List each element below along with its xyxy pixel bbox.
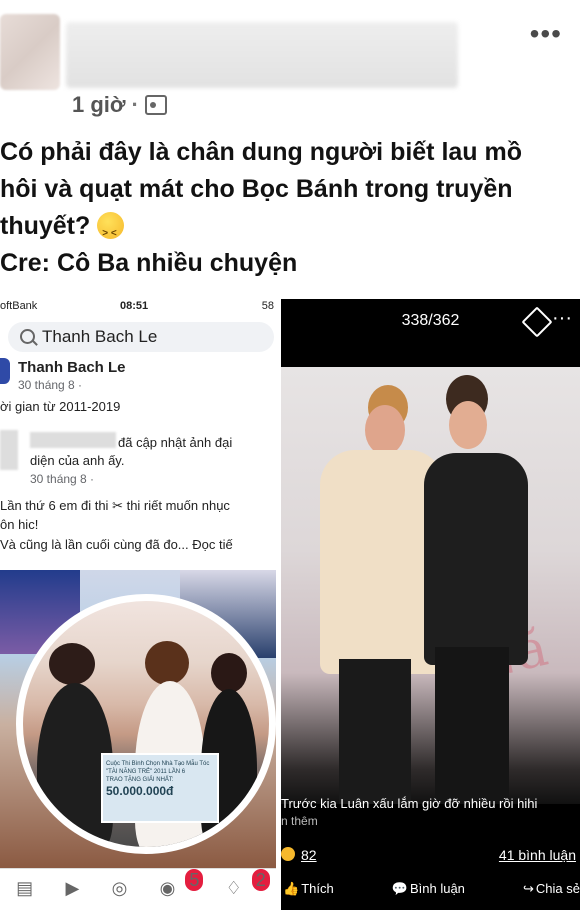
banner-amount: 50.000.000đ <box>106 784 174 798</box>
post-line-4: Cre: Cô Ba nhiều chuyện <box>0 249 298 277</box>
person-head-2 <box>145 641 189 685</box>
prize-banner: Cuộc Thi Bình Chọn Nhà Tạo Mẫu Tóc "TÀI … <box>101 753 219 823</box>
home-icon[interactable]: ▤ <box>16 878 33 899</box>
video-icon[interactable]: ▶ <box>65 878 79 899</box>
man-left-pants <box>339 659 411 804</box>
comment-count[interactable]: 41 bình luận <box>499 847 576 863</box>
share-label: Chia sẻ <box>535 881 580 896</box>
carrier-text: oftBank <box>0 300 38 312</box>
post-time[interactable]: 1 giờ <box>72 92 126 118</box>
post-actions: 👍 Thích 💬 Bình luận ↪ Chia sẻ <box>281 881 580 905</box>
period-text: ời gian từ 2011-2019 <box>0 399 121 414</box>
bottom-navigation: ▤ ▶ ◎ ◉ 5 ♢ 2 <box>0 868 276 907</box>
update-text-1: đã cập nhật ảnh đại <box>118 435 233 450</box>
update-text-2: diện của anh ấy. <box>30 453 125 468</box>
profile-name[interactable]: Thanh Bach Le <box>18 359 276 376</box>
update-name-blurred[interactable] <box>30 432 116 448</box>
profile-icon[interactable]: ◎ <box>112 878 128 899</box>
author-avatar-blurred[interactable] <box>0 14 60 90</box>
caption-line-3[interactable]: Và cũng là lần cuối cùng đã đo... Đọc ti… <box>0 537 276 552</box>
post-meta: 1 giờ · <box>72 92 167 118</box>
banner-line-2: "TÀI NĂNG TRẺ" 2011 LẦN 6 <box>106 769 186 775</box>
more-options-button[interactable]: ••• <box>530 20 562 48</box>
like-label: Thích <box>301 881 334 896</box>
comment-label: Bình luận <box>409 881 465 896</box>
profile-date: 30 tháng 8 · <box>18 378 83 392</box>
man-left-face <box>365 405 405 455</box>
banner-line-3: TRAO TẶNG GIẢI NHẤT: <box>106 777 174 783</box>
reaction-count[interactable]: 82 <box>301 847 317 863</box>
caption-line-2: ôn hic! <box>0 517 39 532</box>
scissors-icon: ✂ <box>112 498 123 513</box>
like-button[interactable]: 👍 Thích <box>281 881 334 905</box>
update-avatar-blurred[interactable] <box>0 430 18 470</box>
caption-line-1: Lần thứ 6 em đi thi ✂ thi riết muốn nhục <box>0 498 276 514</box>
laughing-emoji-icon <box>97 212 125 252</box>
caption-part-1: Lần thứ 6 em đi thi <box>0 498 109 513</box>
profile-photo-cover[interactable]: Cuộc Thi Bình Chọn Nhà Tạo Mẫu Tóc "TÀI … <box>0 570 276 868</box>
share-icon: ↪ <box>523 881 534 896</box>
left-screenshot[interactable]: oftBank 08:51 58 Thanh Bach Le Thanh Bac… <box>0 298 276 910</box>
comment-icon: 💬 <box>391 881 408 896</box>
friends-icon[interactable]: ◉ 5 <box>160 868 204 899</box>
meta-separator: · <box>131 92 139 117</box>
update-date: 30 tháng 8 · <box>30 472 95 486</box>
post-line-1: Có phải đây là chân dung người biết lau … <box>0 138 523 166</box>
friends-badge: 5 <box>185 868 204 891</box>
album-icon <box>144 95 167 115</box>
like-icon: 👍 <box>283 881 300 896</box>
status-bar: oftBank 08:51 58 <box>0 298 276 316</box>
right-screenshot[interactable]: 338/362 ··· Tài Nă Trước kia Luân xấu lắ… <box>281 299 580 910</box>
notifications-badge: 2 <box>251 868 270 891</box>
post-line-2: hôi và quạt mát cho Bọc Bánh trong truyề… <box>0 175 513 203</box>
see-more-link[interactable]: n thêm <box>281 814 318 828</box>
stage-photo[interactable]: Tài Nă <box>281 367 580 804</box>
battery-text: 58 <box>261 300 274 312</box>
notification-bell-icon[interactable]: ♢ 2 <box>226 868 270 899</box>
photo-caption: Trước kia Luân xấu lắm giờ đỡ nhiều rồi … <box>281 796 538 811</box>
comment-button[interactable]: 💬 Bình luận <box>390 881 465 905</box>
author-name-blurred[interactable] <box>66 22 458 88</box>
reaction-row: 82 41 bình luận <box>281 847 580 869</box>
status-time: 08:51 <box>120 300 149 312</box>
person-head-3 <box>211 653 247 693</box>
post-line-3-text: thuyết? <box>0 212 91 240</box>
profile-avatar[interactable] <box>0 358 10 384</box>
photo-more-button[interactable]: ··· <box>552 307 572 330</box>
search-text[interactable]: Thanh Bach Le <box>42 327 157 347</box>
profile-photo-circle[interactable]: Cuộc Thi Bình Chọn Nhà Tạo Mẫu Tóc "TÀI … <box>16 594 276 854</box>
caption-part-1b: thi riết muốn nhục <box>126 498 230 513</box>
banner-line-1: Cuộc Thi Bình Chọn Nhà Tạo Mẫu Tóc <box>106 761 210 767</box>
post-text: Có phải đây là chân dung người biết lau … <box>0 134 578 282</box>
person-head-1 <box>49 643 95 685</box>
search-bar[interactable]: Thanh Bach Le <box>8 322 274 352</box>
man-right-suit <box>424 453 528 665</box>
share-button[interactable]: ↪ Chia sẻ <box>521 881 580 905</box>
man-right-pants <box>435 647 509 801</box>
search-icon <box>20 329 35 344</box>
post-line-3: thuyết? <box>0 208 578 252</box>
reaction-emoji-icon <box>281 847 295 861</box>
man-right-face <box>449 401 487 449</box>
